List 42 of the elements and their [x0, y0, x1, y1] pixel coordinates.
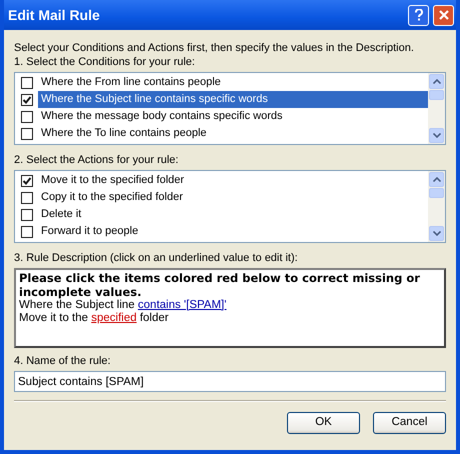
- missing-value-link[interactable]: specified: [91, 312, 137, 324]
- checkbox[interactable]: [21, 76, 33, 88]
- checkbox[interactable]: [21, 110, 33, 122]
- scroll-up-button[interactable]: [429, 172, 444, 187]
- list-item[interactable]: Where the From line contains people: [38, 74, 428, 91]
- section-label: 3. Rule Description (click on an underlined value to edit it):: [14, 251, 299, 265]
- rule-name-field[interactable]: Subject contains [SPAM]: [14, 371, 446, 392]
- checkbox[interactable]: [21, 128, 33, 140]
- description-heading: Please click the items colored red below to correct missing or incomplete values.: [19, 271, 421, 299]
- section-label: 1. Select the Conditions for your rule:: [14, 55, 196, 69]
- description-line: Where the Subject line contains '[SPAM]': [19, 299, 228, 312]
- scrollbar[interactable]: [428, 73, 445, 144]
- checkbox[interactable]: [21, 174, 33, 186]
- window-title: Edit Mail Rule: [8, 6, 100, 24]
- help-button[interactable]: [408, 4, 429, 26]
- scroll-down-button[interactable]: [429, 226, 444, 241]
- section-label: 2. Select the Actions for your rule:: [14, 153, 180, 167]
- scroll-up-button[interactable]: [429, 74, 444, 89]
- list-item[interactable]: Where the To line contains people: [38, 125, 428, 142]
- close-button[interactable]: [433, 4, 454, 26]
- value-link[interactable]: contains '[SPAM]': [138, 299, 226, 311]
- scroll-thumb[interactable]: [429, 188, 444, 198]
- scroll-down-button[interactable]: [429, 128, 444, 143]
- help-icon: [414, 9, 422, 21]
- section-label: 4. Name of the rule:: [14, 354, 112, 368]
- checkbox[interactable]: [21, 192, 33, 204]
- description-line: Move it to the specified folder: [19, 312, 170, 325]
- list-item[interactable]: Where the Subject line contains specific words: [38, 91, 428, 108]
- checkbox[interactable]: [21, 94, 33, 106]
- list-item[interactable]: Copy it to the specified folder: [38, 189, 428, 206]
- checkbox[interactable]: [21, 226, 33, 238]
- instruction-text: Select your Conditions and Actions first, then specify the values in the Description.: [14, 41, 415, 55]
- cancel-button[interactable]: Cancel: [373, 412, 446, 434]
- ok-button[interactable]: OK: [287, 412, 360, 434]
- scroll-thumb[interactable]: [429, 90, 444, 100]
- list-item[interactable]: Where the message body contains specific words: [38, 108, 428, 125]
- list-item[interactable]: Move it to the specified folder: [38, 172, 428, 189]
- checkbox[interactable]: [21, 208, 33, 220]
- list-item[interactable]: Forward it to people: [38, 223, 428, 240]
- list-item[interactable]: Delete it: [38, 206, 428, 223]
- scrollbar[interactable]: [428, 171, 445, 242]
- close-icon: [438, 10, 448, 20]
